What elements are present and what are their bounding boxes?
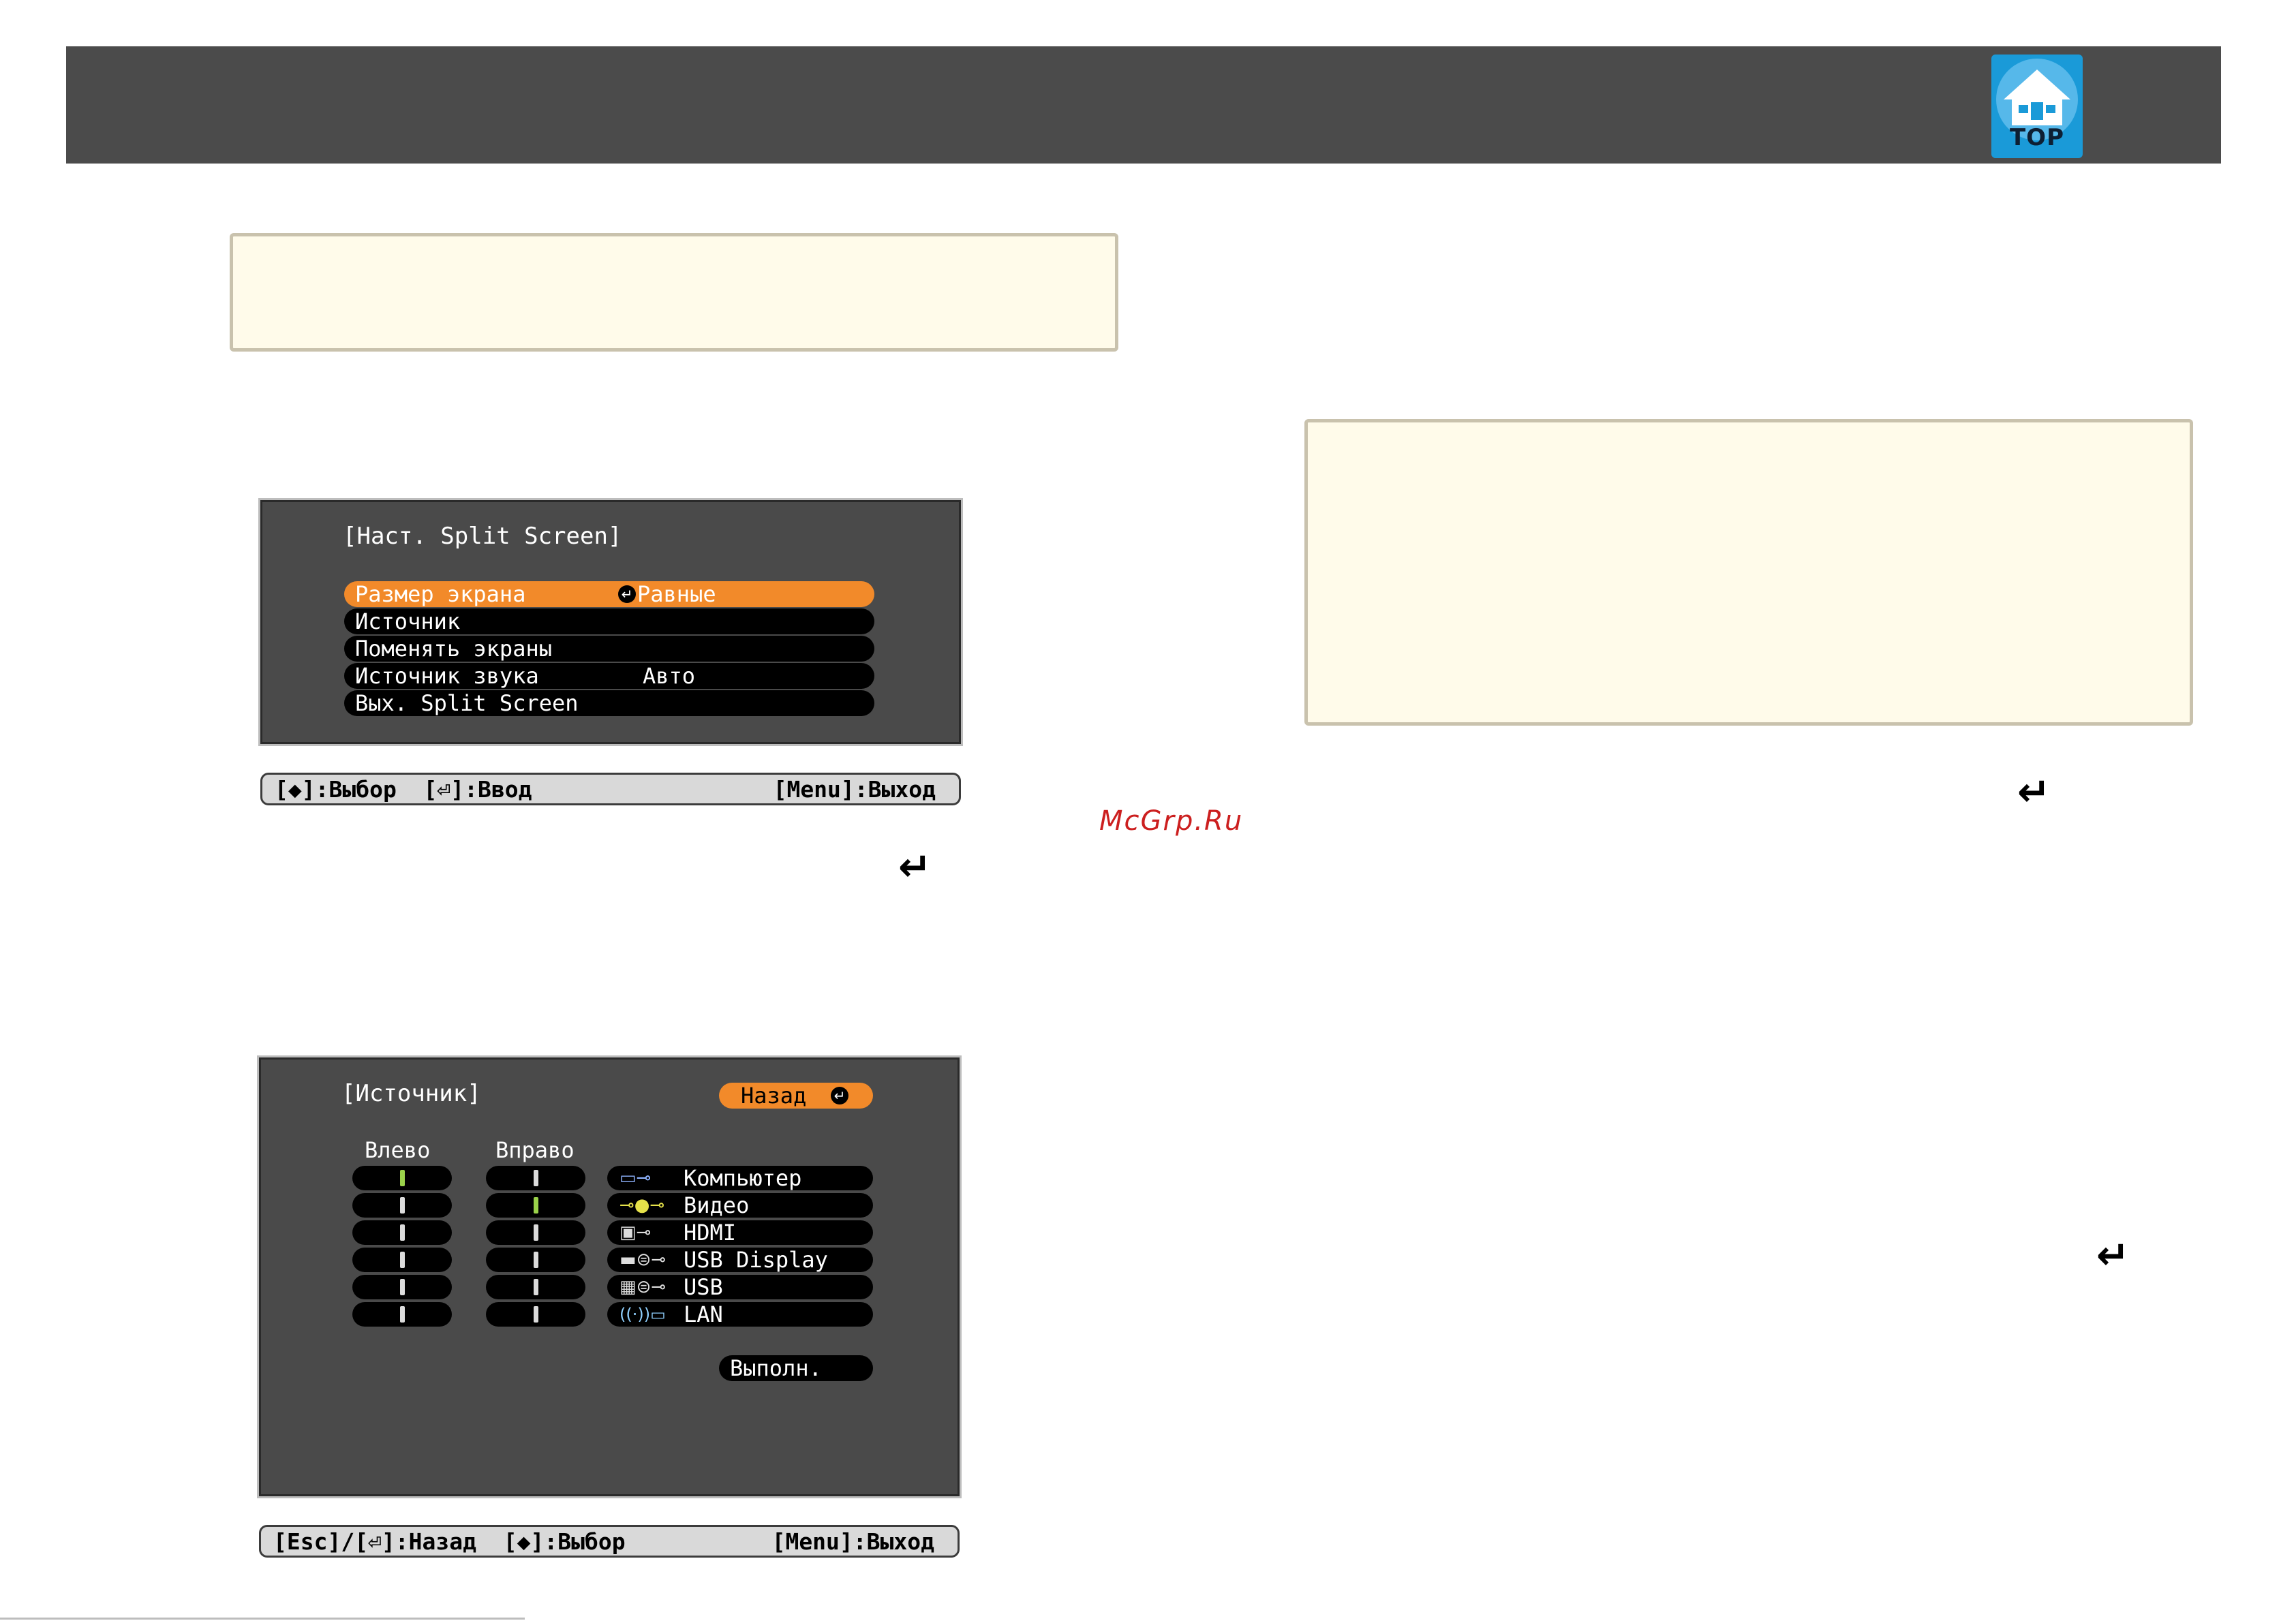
right-slot[interactable] [486,1193,585,1218]
source-row[interactable]: ⊸●⊸ Видео [607,1193,873,1218]
left-slot[interactable] [352,1275,452,1299]
watermark-text: McGrp.Ru [1099,805,1244,837]
split-screen-menu: [Наст. Split Screen] Размер экрана ↵ Рав… [260,500,961,744]
left-slot[interactable] [352,1302,452,1327]
source-row[interactable]: ▦⊜⊸ USB [607,1275,873,1299]
help-text-right: [Menu]:Выход [773,776,936,803]
menu-item-label: Размер экрана [355,581,526,607]
usb-port-icon: ▦⊜⊸ [619,1277,667,1297]
left-slot[interactable] [352,1248,452,1272]
help-text-right: [Menu]:Выход [771,1528,934,1555]
footer-rule [0,1618,525,1620]
help-text-left: [Esc]/[⏎]:Назад [◆]:Выбор [273,1528,626,1555]
enter-icon: ↵ [618,585,636,603]
menu-item-label: Поменять экраны [355,636,552,662]
selection-indicator [534,1197,538,1214]
menu-item-swap-screens[interactable]: Поменять экраны [344,636,874,662]
right-slot[interactable] [486,1166,585,1190]
menu-item-value: Авто [643,663,696,689]
selection-indicator [534,1306,538,1323]
source-label: HDMI [684,1220,737,1246]
menu-item-exit-split[interactable]: Вых. Split Screen [344,690,874,716]
selection-indicator [534,1252,538,1268]
selection-indicator [534,1279,538,1295]
left-slot[interactable] [352,1166,452,1190]
right-slot[interactable] [486,1302,585,1327]
selection-indicator [534,1170,538,1186]
selection-indicator [400,1224,405,1241]
right-slot[interactable] [486,1275,585,1299]
back-button[interactable]: Назад ↵ [719,1083,873,1109]
right-slot[interactable] [486,1220,585,1245]
menu-item-label: Источник [355,608,461,634]
enter-key-icon: ↵ [2017,769,2051,815]
source-menu-title: [Источник] [341,1080,481,1107]
source-label: USB [684,1274,723,1300]
source-row[interactable]: ▬⊜⊸ USB Display [607,1248,873,1272]
usb-display-port-icon: ▬⊜⊸ [619,1250,667,1270]
source-row[interactable]: ▭⊸ Компьютер [607,1166,873,1190]
back-button-label: Назад [741,1083,807,1109]
selection-indicator [400,1197,405,1214]
column-header-right: Вправо [495,1137,575,1163]
source-label: Компьютер [684,1165,802,1191]
source-menu-help-bar: [Esc]/[⏎]:Назад [◆]:Выбор [Menu]:Выход [259,1525,960,1558]
split-menu-title: [Наст. Split Screen] [343,523,622,550]
video-port-icon: ⊸●⊸ [619,1195,665,1216]
selection-indicator [400,1279,405,1295]
help-text-left: [◆]:Выбор [⏎]:Ввод [275,776,532,803]
selection-indicator [534,1224,538,1241]
computer-port-icon: ▭⊸ [619,1168,652,1188]
source-row[interactable]: ((·))▭ LAN [607,1302,873,1327]
hdmi-port-icon: ▣⊸ [619,1222,652,1243]
execute-button-label: Выполн. [730,1355,822,1381]
selection-indicator [400,1306,405,1323]
page-header-bar [66,46,2221,164]
column-header-left: Влево [365,1137,431,1163]
lan-wireless-icon: ((·))▭ [619,1305,666,1324]
source-label: LAN [684,1301,723,1327]
execute-button[interactable]: Выполн. [719,1355,873,1381]
note-box-right [1304,419,2193,726]
menu-item-label: Вых. Split Screen [355,690,579,716]
menu-item-screen-size[interactable]: Размер экрана ↵ Равные [344,581,874,607]
enter-key-icon: ↵ [2096,1232,2130,1278]
note-box-left [230,233,1118,352]
left-slot[interactable] [352,1193,452,1218]
top-logo-button[interactable]: TOP [1991,55,2083,158]
source-menu: [Источник] Назад ↵ Влево Вправо ▭⊸ Компь… [259,1057,960,1496]
enter-icon: ↵ [831,1087,848,1104]
split-menu-help-bar: [◆]:Выбор [⏎]:Ввод [Menu]:Выход [260,773,961,805]
menu-item-label: Источник звука [355,663,539,689]
source-label: USB Display [684,1247,828,1273]
selection-indicator [400,1170,405,1186]
source-label: Видео [684,1192,750,1218]
selection-indicator [400,1252,405,1268]
enter-key-icon: ↵ [898,844,932,890]
right-slot[interactable] [486,1248,585,1272]
menu-item-audio-source[interactable]: Источник звука Авто [344,663,874,689]
menu-item-source[interactable]: Источник [344,608,874,634]
top-logo-label: TOP [2009,124,2064,151]
left-slot[interactable] [352,1220,452,1245]
source-row[interactable]: ▣⊸ HDMI [607,1220,873,1245]
menu-item-value: Равные [637,581,716,607]
